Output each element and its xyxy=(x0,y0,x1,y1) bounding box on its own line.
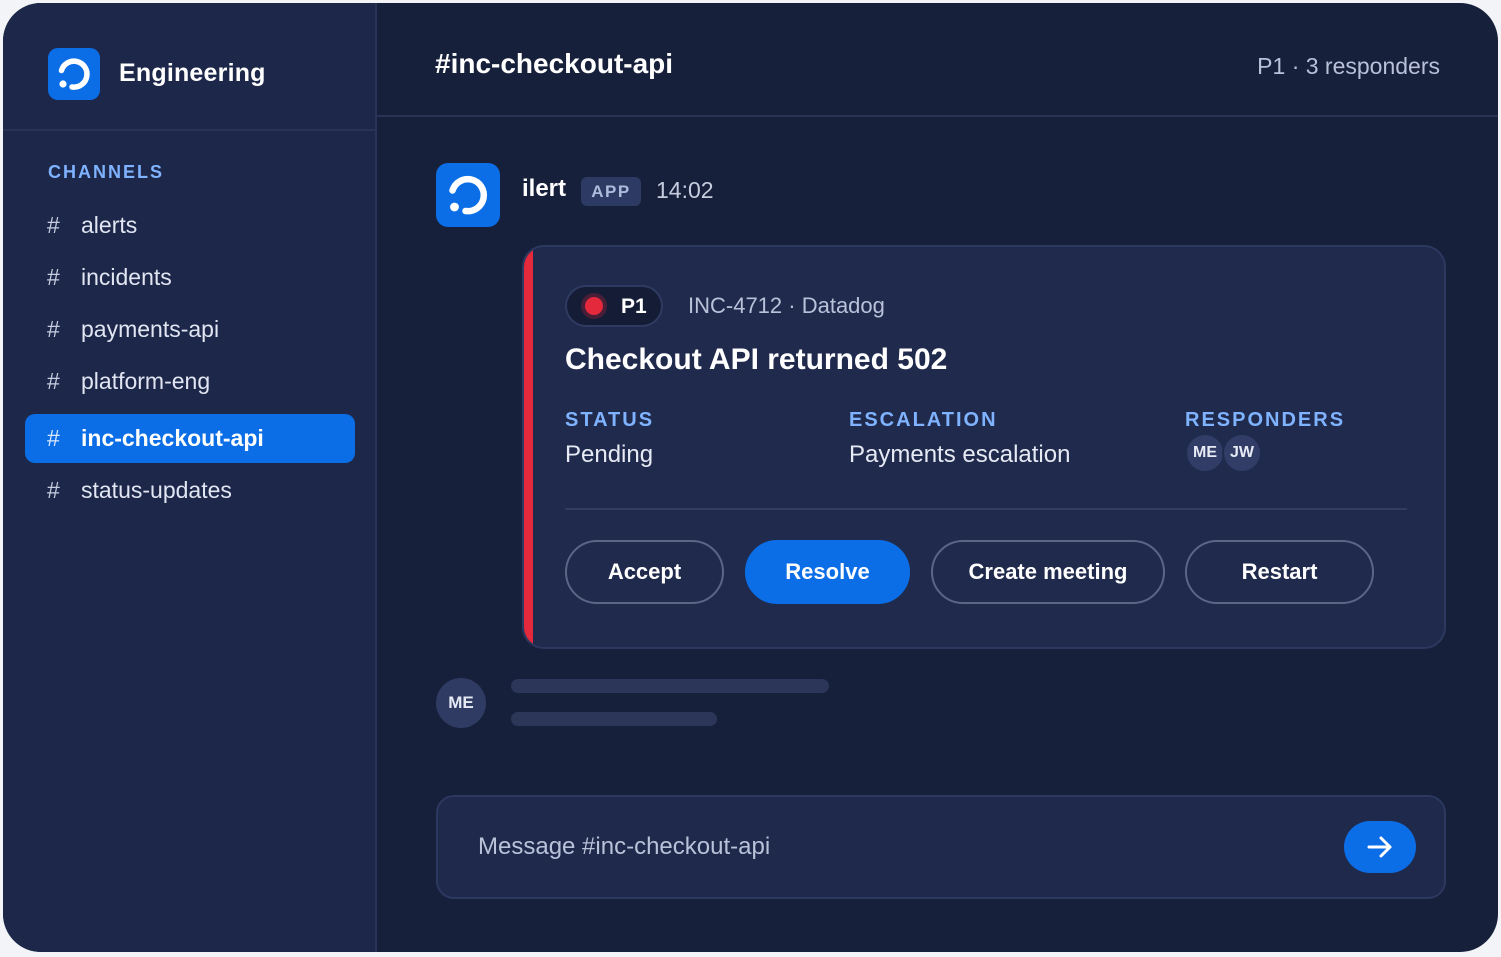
priority-label: P1 xyxy=(621,295,647,318)
responder-avatars: ME JW xyxy=(1185,433,1275,475)
channel-meta[interactable]: P1 · 3 responders xyxy=(1257,53,1440,80)
sidebar-item-incidents[interactable]: # incidents xyxy=(25,253,355,302)
channel-name: incidents xyxy=(81,264,172,290)
hash-icon: # xyxy=(47,477,60,503)
restart-button[interactable]: Restart xyxy=(1185,540,1374,604)
create-meeting-button[interactable]: Create meeting xyxy=(931,540,1165,604)
channel-title: #inc-checkout-api xyxy=(435,48,674,79)
escalation-value: Payments escalation xyxy=(849,441,1071,468)
responders-label: RESPONDERS xyxy=(1185,409,1346,431)
message-skeleton-line xyxy=(511,712,717,726)
hash-icon: # xyxy=(47,264,60,290)
avatar[interactable]: ME xyxy=(1185,433,1225,473)
channel-name: inc-checkout-api xyxy=(81,425,264,451)
channel-name: status-updates xyxy=(81,477,232,503)
arrow-right-icon xyxy=(1367,836,1392,858)
message-sender[interactable]: ilert xyxy=(522,175,566,203)
app-window: Engineering CHANNELS # alerts # incident… xyxy=(3,3,1498,952)
priority-stripe xyxy=(524,247,533,647)
workspace-name: Engineering xyxy=(119,59,266,87)
status-label: STATUS xyxy=(565,409,655,431)
avatar[interactable]: ME xyxy=(436,678,486,728)
avatar[interactable]: JW xyxy=(1222,433,1262,473)
channel-name: platform-eng xyxy=(81,368,211,394)
accept-button[interactable]: Accept xyxy=(565,540,724,604)
incident-card: P1 INC-4712 · Datadog Checkout API retur… xyxy=(522,245,1446,649)
card-divider xyxy=(565,508,1407,510)
hash-icon: # xyxy=(47,212,60,238)
sidebar: Engineering CHANNELS # alerts # incident… xyxy=(3,3,377,952)
message-skeleton-line xyxy=(511,679,829,693)
incident-title: Checkout API returned 502 xyxy=(565,343,948,376)
channel-header: #inc-checkout-api P1 · 3 responders xyxy=(377,3,1498,117)
message-composer[interactable]: Message #inc-checkout-api xyxy=(436,795,1446,899)
sidebar-item-payments-api[interactable]: # payments-api xyxy=(25,305,355,354)
hash-icon: # xyxy=(47,425,60,451)
hash-icon: # xyxy=(47,368,60,394)
priority-dot-icon xyxy=(585,297,603,315)
priority-badge: P1 xyxy=(565,285,663,327)
sidebar-item-status-updates[interactable]: # status-updates xyxy=(25,466,355,515)
message-input[interactable]: Message #inc-checkout-api xyxy=(478,833,770,861)
message-timestamp[interactable]: 14:02 xyxy=(656,177,714,204)
status-value: Pending xyxy=(565,441,654,468)
hash-icon: # xyxy=(47,316,60,342)
send-button[interactable] xyxy=(1344,821,1416,873)
app-badge: APP xyxy=(581,177,641,206)
channel-name: alerts xyxy=(81,212,138,238)
sidebar-item-inc-checkout-api[interactable]: # inc-checkout-api xyxy=(25,414,355,463)
workspace-header[interactable]: Engineering xyxy=(3,3,375,131)
channels-section-label: CHANNELS xyxy=(48,162,165,182)
sidebar-item-platform-eng[interactable]: # platform-eng xyxy=(25,357,355,406)
channel-name: payments-api xyxy=(81,316,220,342)
resolve-button[interactable]: Resolve xyxy=(745,540,910,604)
incident-reference: INC-4712 · Datadog xyxy=(688,293,885,318)
channel-list: # alerts # incidents # payments-api # pl… xyxy=(25,201,355,518)
sidebar-item-alerts[interactable]: # alerts xyxy=(25,201,355,250)
ilert-logo-icon[interactable] xyxy=(436,163,500,227)
ilert-logo-icon xyxy=(48,48,100,100)
escalation-label: ESCALATION xyxy=(849,409,998,431)
